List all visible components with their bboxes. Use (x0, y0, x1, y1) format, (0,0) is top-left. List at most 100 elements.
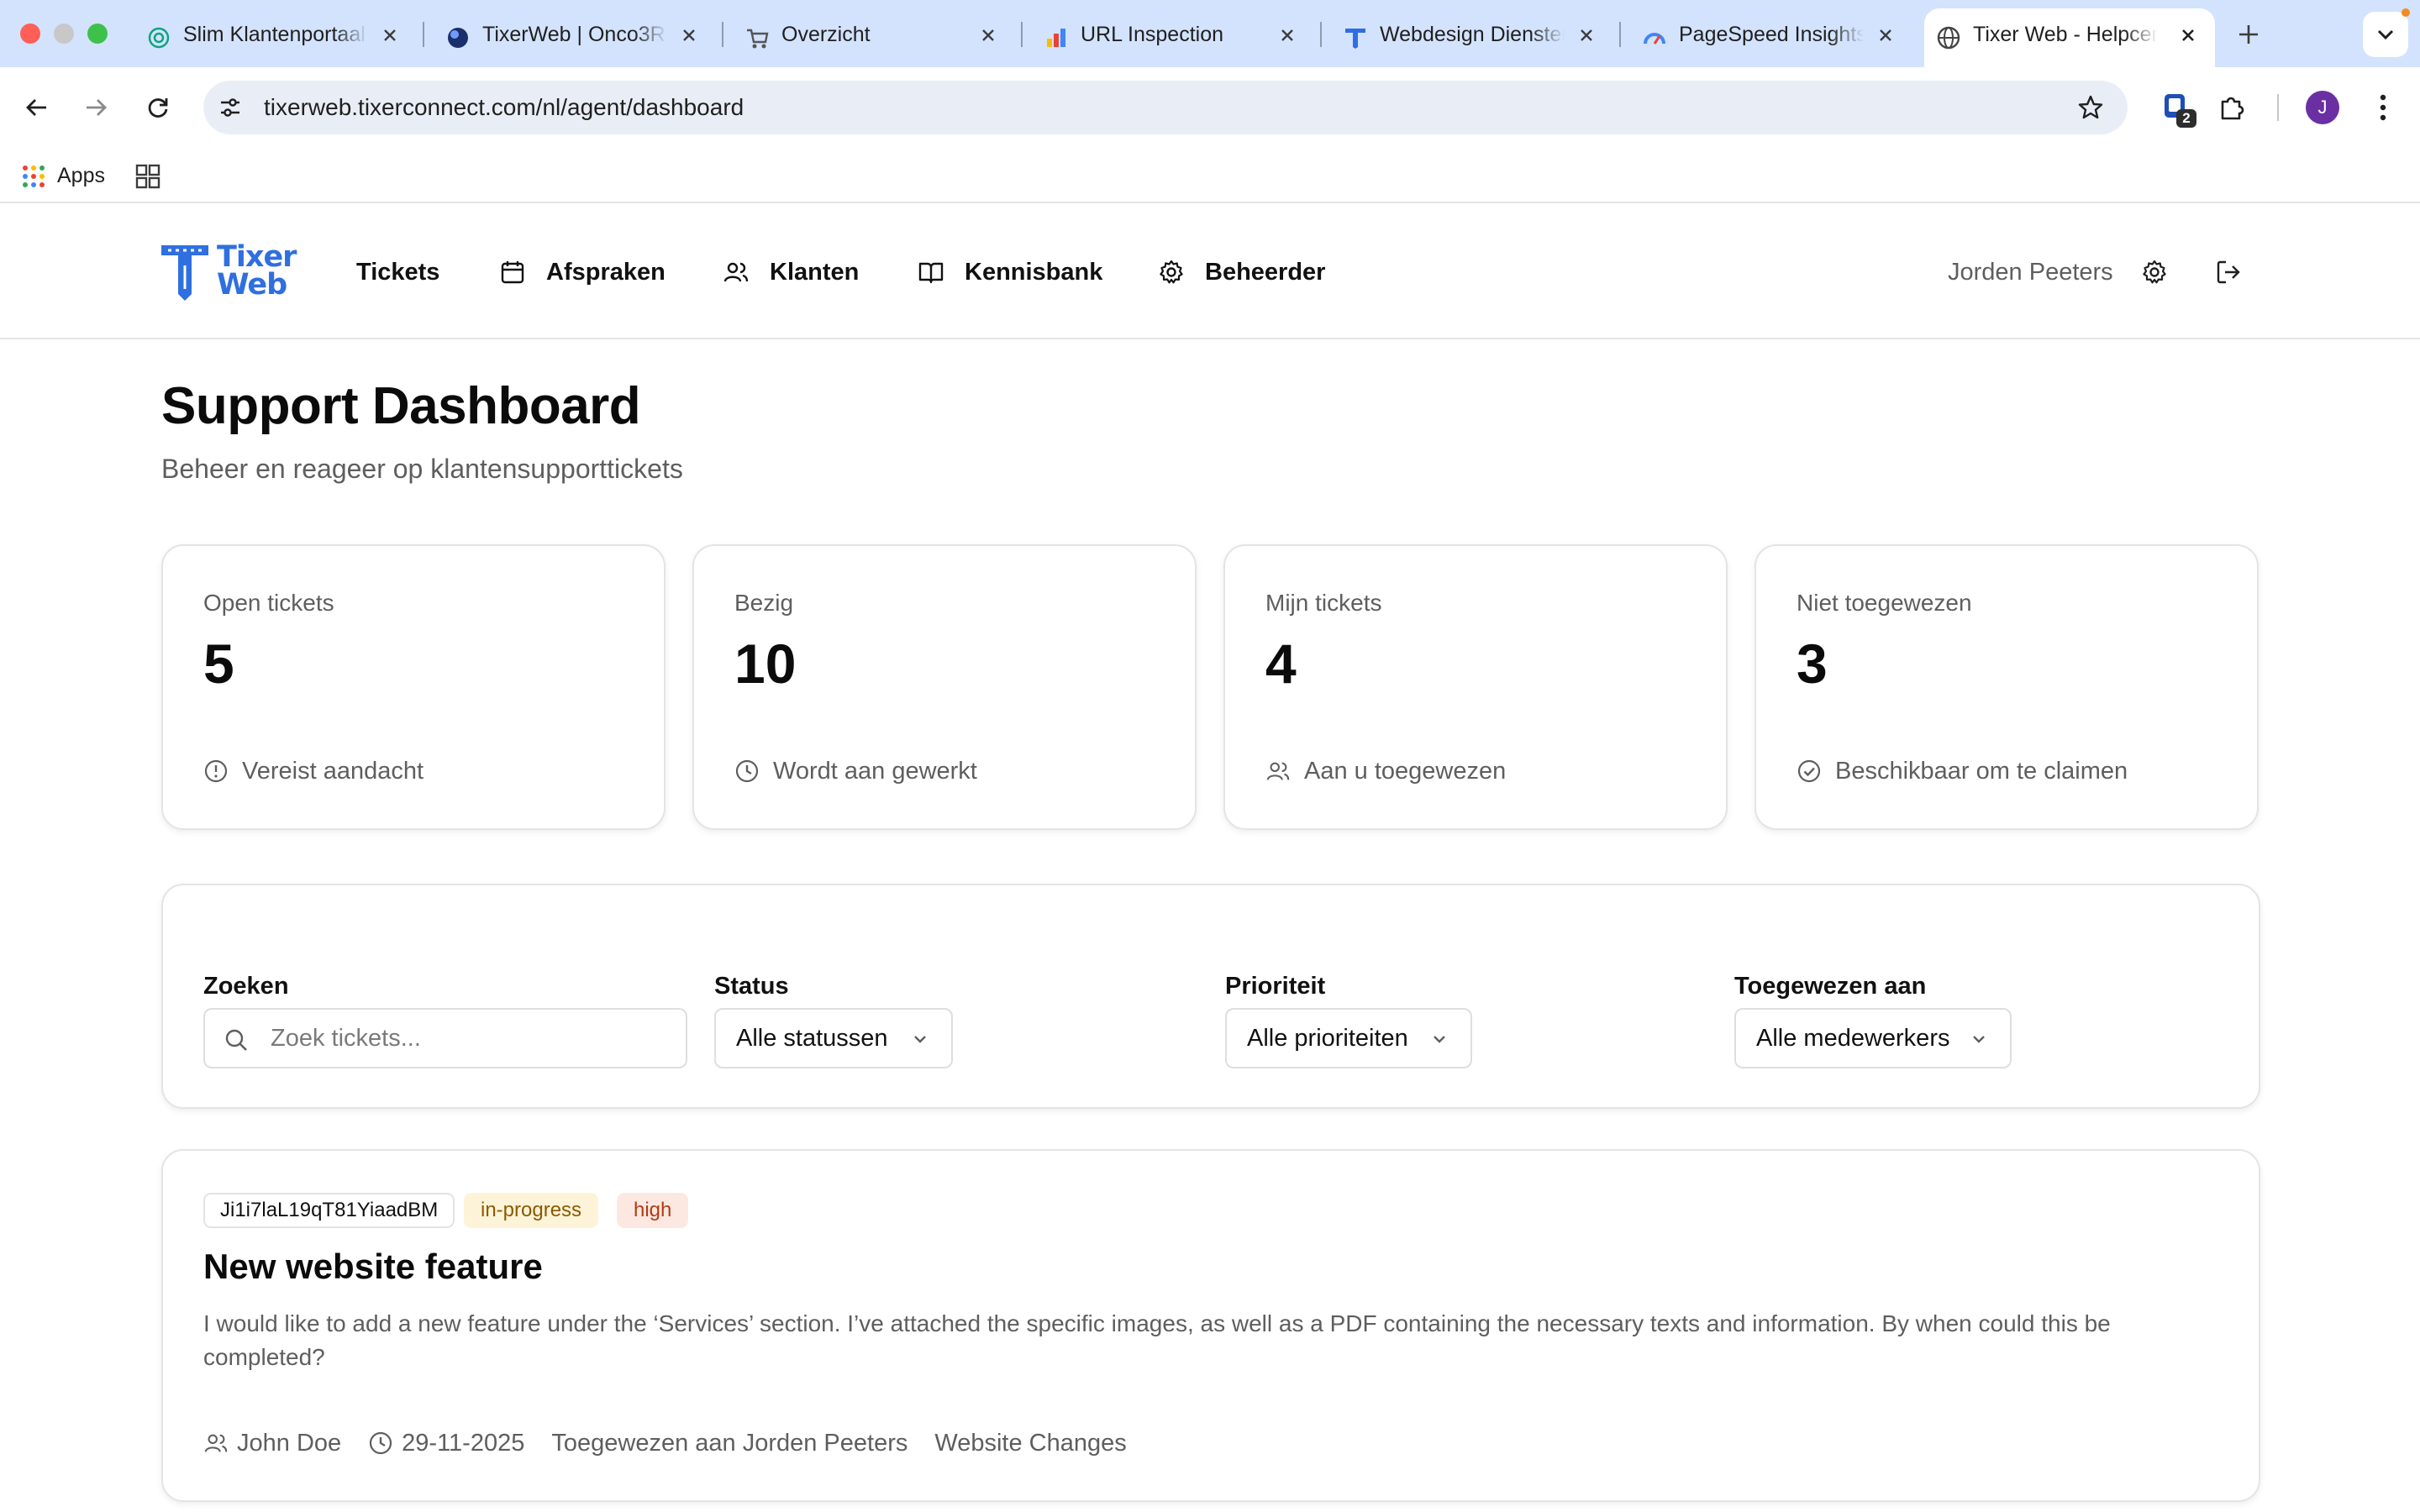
nav-tickets[interactable]: Tickets (356, 247, 439, 297)
assignee-label: Toegewezen aan (1734, 973, 1927, 1000)
extension-badge: 2 (2176, 109, 2196, 128)
shopping-cart-icon (744, 25, 770, 50)
stat-card-open-tickets[interactable]: Open tickets 5 Vereist aandacht (161, 544, 666, 830)
browser-tab[interactable]: TixerWeb | Onco3R (434, 8, 716, 67)
browser-tab-active[interactable]: Tixer Web - Helpcenter (1924, 8, 2215, 67)
stat-label: Niet toegewezen (1797, 590, 1972, 616)
ticket-customer: John Doe (203, 1430, 341, 1457)
browser-tab[interactable]: Overzicht (733, 8, 1015, 67)
priority-select[interactable]: Alle prioriteiten (1225, 1008, 1472, 1068)
chevron-down-icon (914, 1036, 926, 1043)
bookmark-star-icon[interactable] (2077, 94, 2104, 121)
status-select-value: Alle statussen (736, 1024, 888, 1052)
tixer-logo-icon (161, 245, 208, 301)
close-icon[interactable] (378, 24, 402, 47)
ticket-customer-name: John Doe (237, 1429, 342, 1457)
nav-kennisbank[interactable]: Kennisbank (918, 247, 1102, 297)
notification-dot (2402, 8, 2410, 17)
users-icon (1266, 762, 1290, 780)
alert-circle-icon (204, 759, 228, 783)
users-icon (204, 1434, 228, 1452)
extension-button[interactable]: 2 (2156, 87, 2196, 128)
stat-label: Mijn tickets (1265, 590, 1382, 616)
close-icon[interactable] (1575, 24, 1598, 47)
toolbar-divider (2277, 94, 2279, 121)
stat-footer: Wordt aan gewerkt (734, 756, 977, 786)
user-name[interactable]: Jorden Peeters (1948, 247, 2113, 297)
stat-footer: Aan u toegewezen (1265, 756, 1506, 786)
stat-footer: Beschikbaar om te claimen (1797, 756, 2128, 786)
search-icon (225, 1029, 247, 1051)
stat-label: Bezig (734, 590, 794, 616)
extensions-puzzle-icon[interactable] (2212, 87, 2252, 128)
users-icon (723, 262, 749, 282)
ticket-date-text: 29-11-2025 (402, 1429, 525, 1457)
stat-card-niet-toegewezen[interactable]: Niet toegewezen 3 Beschikbaar om te clai… (1754, 544, 2259, 830)
close-icon[interactable] (1276, 24, 1299, 47)
status-badge: in-progress (464, 1193, 599, 1228)
window-minimize-button[interactable] (54, 24, 74, 44)
search-console-icon (1044, 25, 1069, 50)
close-icon[interactable] (1874, 24, 1897, 47)
apps-grid-icon[interactable] (22, 165, 45, 188)
menu-kebab-icon[interactable] (2363, 87, 2403, 128)
calendar-icon (501, 261, 524, 284)
ticket-meta: John Doe 29-11-2025 Toegewezen aan Jorde… (203, 1426, 1154, 1460)
search-field[interactable] (203, 1008, 687, 1068)
status-select[interactable]: Alle statussen (714, 1008, 953, 1068)
window-close-button[interactable] (20, 24, 40, 44)
new-tab-button[interactable] (2228, 17, 2269, 52)
address-bar[interactable]: tixerweb.tixerconnect.com/nl/agent/dashb… (203, 81, 2128, 134)
filter-panel: Zoeken Status Alle statussen Prioriteit … (161, 884, 2260, 1109)
stat-card-mijn-tickets[interactable]: Mijn tickets 4 Aan u toegewezen (1223, 544, 1728, 830)
url-text[interactable]: tixerweb.tixerconnect.com/nl/agent/dashb… (264, 81, 744, 134)
browser-tab[interactable]: URL Inspection (1032, 8, 1314, 67)
close-icon[interactable] (2176, 24, 2200, 47)
page-title: Support Dashboard (161, 377, 641, 435)
assignee-select[interactable]: Alle medewerkers (1734, 1008, 2012, 1068)
stat-card-bezig[interactable]: Bezig 10 Wordt aan gewerkt (692, 544, 1197, 830)
logo-line2: Web (217, 268, 287, 302)
tab-search-button[interactable] (2363, 12, 2408, 57)
pagespeed-gauge-icon (1642, 25, 1667, 50)
stat-footer-text: Aan u toegewezen (1304, 757, 1507, 785)
nav-beheerder[interactable]: Beheerder (1158, 247, 1325, 297)
stat-footer-text: Beschikbaar om te claimen (1835, 757, 2128, 785)
profile-avatar[interactable]: J (2306, 91, 2339, 124)
blue-globe-icon (445, 25, 471, 50)
nav-klanten[interactable]: Klanten (723, 247, 859, 297)
stat-label: Open tickets (203, 590, 334, 616)
browser-tab[interactable]: Slim Klantenportaal (134, 8, 417, 67)
back-button[interactable] (17, 87, 57, 128)
forward-button[interactable] (76, 87, 116, 128)
site-settings-icon[interactable] (217, 94, 244, 121)
browser-toolbar: tixerweb.tixerconnect.com/nl/agent/dashb… (0, 67, 2420, 148)
search-input[interactable] (271, 1016, 674, 1060)
clock-icon (370, 1431, 392, 1455)
apps-bookmark[interactable]: Apps (57, 148, 105, 203)
stat-footer-text: Vereist aandacht (242, 757, 424, 785)
assignee-select-value: Alle medewerkers (1756, 1024, 1950, 1052)
nav-afspraken[interactable]: Afspraken (499, 247, 666, 297)
close-icon[interactable] (976, 24, 1000, 47)
book-icon (918, 262, 944, 284)
app-header: Tixer Web Tickets Afspraken Klanten Kenn… (0, 205, 2420, 339)
browser-tab[interactable]: Webdesign Diensten (1331, 8, 1613, 67)
tab-groups-icon[interactable] (134, 163, 161, 190)
ticket-card[interactable]: Ji1i7laL19qT81YiaadBM in-progress high N… (161, 1149, 2260, 1502)
tab-title: Overzicht (781, 23, 871, 46)
openai-swirl-icon (146, 25, 171, 50)
settings-gear-icon[interactable] (2134, 252, 2175, 292)
browser-tab[interactable]: PageSpeed Insights (1630, 8, 1912, 67)
priority-badge: high (617, 1193, 689, 1228)
reload-button[interactable] (138, 87, 178, 128)
logout-icon[interactable] (2208, 252, 2249, 292)
tab-title: URL Inspection (1081, 23, 1223, 46)
close-icon[interactable] (677, 24, 701, 47)
tixer-web-logo[interactable]: Tixer Web (160, 242, 302, 304)
ticket-id-badge: Ji1i7laL19qT81YiaadBM (203, 1193, 455, 1228)
nav-label: Beheerder (1205, 258, 1326, 286)
bookmarks-bar: Apps (0, 148, 2420, 203)
window-zoom-button[interactable] (87, 24, 108, 44)
ticket-title[interactable]: New website feature (203, 1247, 543, 1287)
